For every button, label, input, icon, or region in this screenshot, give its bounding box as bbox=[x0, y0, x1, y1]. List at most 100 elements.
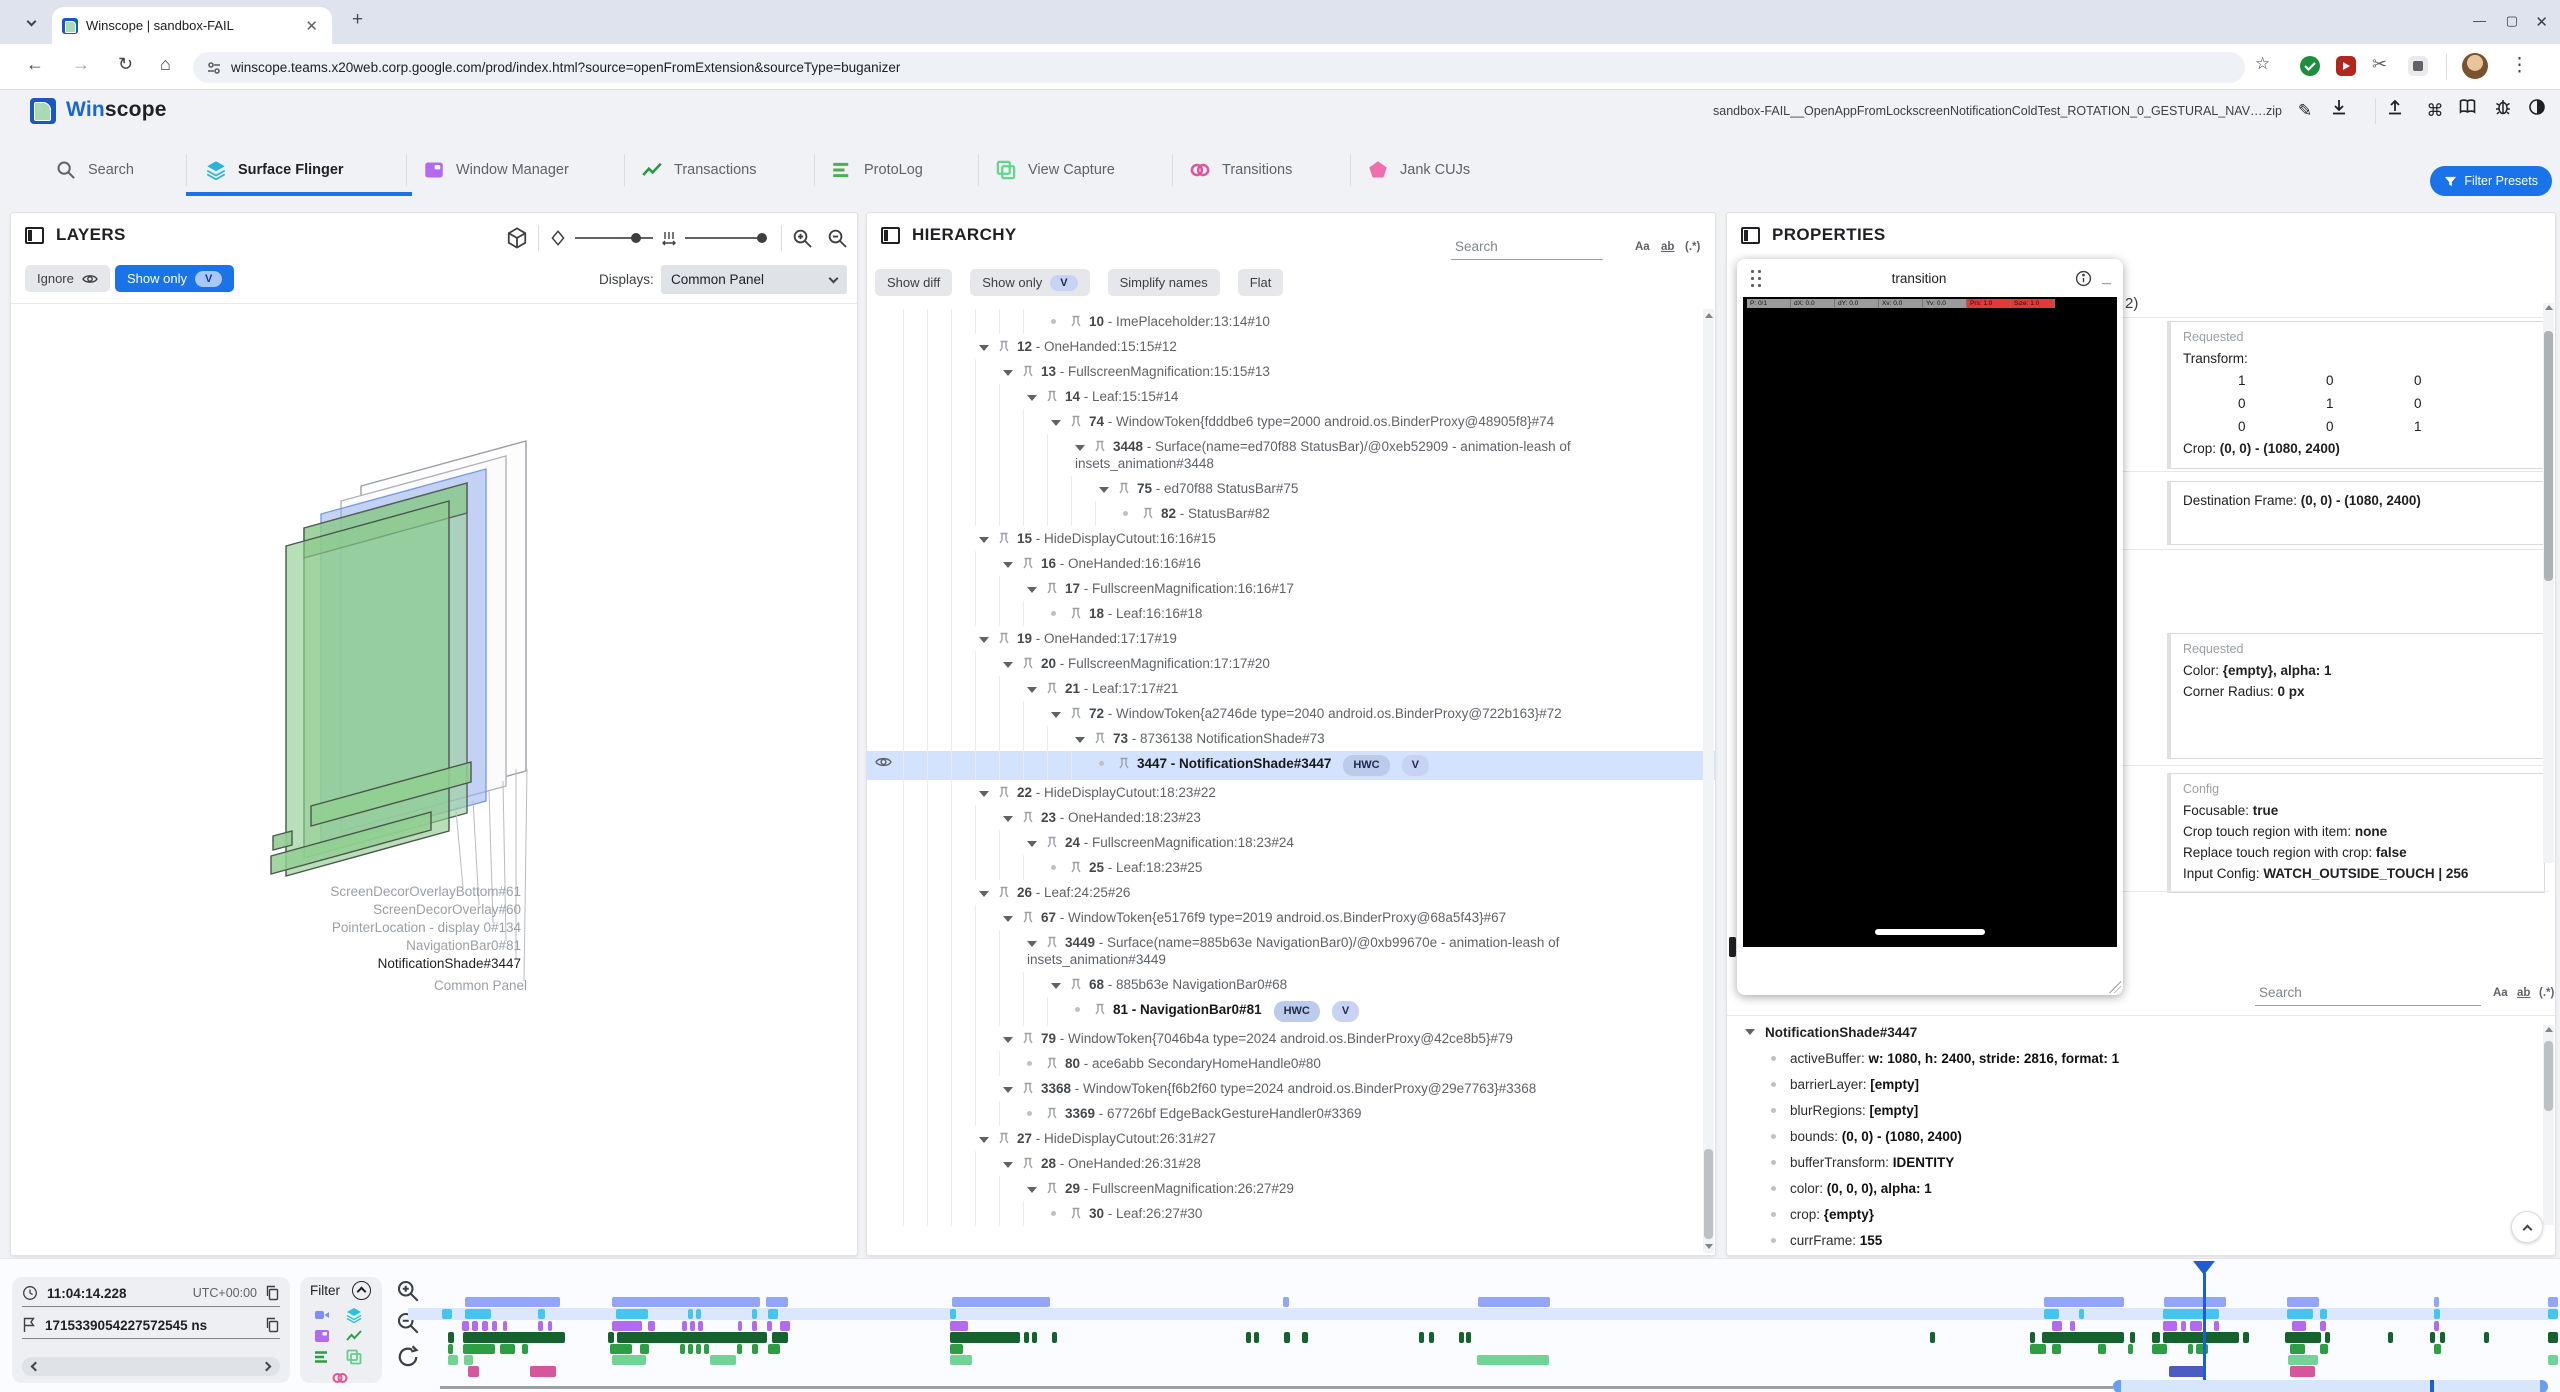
window-manager-entry[interactable] bbox=[612, 1321, 642, 1331]
protolog-entry[interactable] bbox=[737, 1344, 742, 1354]
protolog-entry[interactable] bbox=[2052, 1344, 2061, 1354]
proto-property[interactable]: color: (0, 0, 0), alpha: 1 bbox=[1741, 1175, 2551, 1201]
match-case-icon[interactable]: Aa bbox=[1635, 241, 1650, 253]
pin-icon[interactable] bbox=[1046, 836, 1058, 849]
protolog-entry[interactable] bbox=[2152, 1344, 2167, 1354]
url-bar[interactable]: winscope.teams.x20web.corp.google.com/pr… bbox=[193, 52, 2245, 83]
proto-property[interactable]: blurRegions: [empty] bbox=[1741, 1097, 2551, 1123]
expand-arrow-icon[interactable] bbox=[1075, 445, 1085, 451]
window-minimize-icon[interactable]: — bbox=[2473, 13, 2486, 28]
transactions-entry[interactable] bbox=[1052, 1332, 1057, 1343]
view-capture-entry[interactable] bbox=[464, 1355, 473, 1365]
browser-tab[interactable]: Winscope | sandbox-FAIL ✕ bbox=[52, 7, 332, 44]
hierarchy-node[interactable]: 29 - FullscreenMagnification:26:27#29 bbox=[867, 1176, 1715, 1201]
surface-flinger-entry[interactable] bbox=[465, 1309, 491, 1319]
transactions-entry[interactable] bbox=[1419, 1332, 1424, 1343]
protolog-entry[interactable] bbox=[680, 1344, 685, 1354]
scissors-extension-icon[interactable]: ✂ bbox=[2372, 54, 2387, 75]
protolog-entry[interactable] bbox=[2196, 1344, 2208, 1354]
collapse-panel-icon[interactable] bbox=[1741, 227, 1760, 244]
transactions-entry[interactable] bbox=[463, 1332, 565, 1343]
hierarchy-node[interactable]: 28 - OneHanded:26:31#28 bbox=[867, 1151, 1715, 1176]
window-manager-entry[interactable] bbox=[690, 1321, 695, 1331]
pin-icon[interactable] bbox=[1046, 936, 1058, 949]
transactions-entry[interactable] bbox=[2388, 1332, 2393, 1343]
window-manager-entry[interactable] bbox=[462, 1321, 469, 1331]
surface-flinger-entry[interactable] bbox=[538, 1309, 545, 1319]
upload-icon[interactable] bbox=[2386, 98, 2412, 124]
hierarchy-node[interactable]: 20 - FullscreenMagnification:17:17#20 bbox=[867, 651, 1715, 676]
timeline-zoom-range[interactable] bbox=[2113, 1380, 2548, 1392]
pin-icon[interactable] bbox=[1022, 911, 1034, 924]
transactions-entry[interactable] bbox=[2440, 1332, 2445, 1343]
pin-icon[interactable] bbox=[1022, 657, 1034, 670]
layers-3d-view[interactable]: ScreenDecorOverlayBottom#61 ScreenDecorO… bbox=[11, 301, 858, 1021]
pin-icon[interactable] bbox=[998, 786, 1010, 799]
site-info-icon[interactable] bbox=[207, 61, 221, 75]
expand-arrow-icon[interactable] bbox=[1027, 1187, 1037, 1193]
window-manager-entry[interactable] bbox=[492, 1321, 497, 1331]
surface-flinger-entry[interactable] bbox=[2548, 1309, 2558, 1319]
pin-icon[interactable] bbox=[1070, 707, 1082, 720]
pin-icon[interactable] bbox=[1070, 1207, 1082, 1220]
expand-arrow-icon[interactable] bbox=[979, 537, 989, 543]
pin-icon[interactable] bbox=[1142, 507, 1154, 520]
transactions-entry[interactable] bbox=[2163, 1332, 2239, 1343]
pin-icon[interactable] bbox=[1046, 582, 1058, 595]
tab-search[interactable]: Search bbox=[56, 150, 172, 190]
window-maximize-icon[interactable]: ▢ bbox=[2506, 13, 2518, 29]
hierarchy-node[interactable]: 3368 - WindowToken{f6b2f60 type=2024 and… bbox=[867, 1076, 1715, 1101]
hierarchy-node[interactable]: 18 - Leaf:16:16#18 bbox=[867, 601, 1715, 626]
expand-arrow-icon[interactable] bbox=[1027, 395, 1037, 401]
window-manager-entry[interactable] bbox=[2070, 1321, 2075, 1331]
pin-icon[interactable] bbox=[1046, 390, 1058, 403]
screen-recording-entry[interactable] bbox=[2044, 1297, 2124, 1307]
hierarchy-node[interactable]: 17 - FullscreenMagnification:16:16#17 bbox=[867, 576, 1715, 601]
screen-recording-entry[interactable] bbox=[465, 1297, 560, 1307]
window-close-icon[interactable]: ✕ bbox=[2535, 13, 2548, 31]
zoom-out-icon[interactable] bbox=[827, 228, 848, 249]
transactions-entry[interactable] bbox=[2152, 1332, 2160, 1343]
hierarchy-node[interactable]: 25 - Leaf:18:23#25 bbox=[867, 855, 1715, 880]
profile-avatar[interactable] bbox=[2462, 53, 2488, 79]
window-manager-entry[interactable] bbox=[2052, 1321, 2062, 1331]
protolog-entry[interactable] bbox=[688, 1344, 693, 1354]
forward-icon[interactable]: → bbox=[72, 54, 90, 75]
surface-flinger-entry[interactable] bbox=[752, 1309, 757, 1319]
transactions-entry[interactable] bbox=[2030, 1332, 2035, 1343]
hierarchy-node[interactable]: 3447 - NotificationShade#3447HWCV bbox=[867, 751, 1715, 780]
protolog-entry[interactable] bbox=[2290, 1344, 2305, 1354]
properties-search-input[interactable]: Search bbox=[2259, 985, 2302, 1000]
timeline-cursor[interactable] bbox=[2203, 1273, 2206, 1381]
protolog-entry[interactable] bbox=[522, 1344, 528, 1354]
transitions-entry[interactable] bbox=[530, 1366, 556, 1377]
proto-scrollbar[interactable] bbox=[2543, 1025, 2554, 1225]
pin-icon[interactable] bbox=[1022, 1082, 1034, 1095]
transactions-entry[interactable] bbox=[448, 1332, 454, 1343]
hierarchy-show-only-button[interactable]: Show onlyV bbox=[970, 269, 1089, 296]
transactions-entry[interactable] bbox=[1254, 1332, 1259, 1343]
hierarchy-node[interactable]: 72 - WindowToken{a2746de type=2040 andro… bbox=[867, 701, 1715, 726]
scroll-to-top-button[interactable] bbox=[2511, 1211, 2543, 1243]
screen-recording-entry[interactable] bbox=[612, 1297, 760, 1307]
pin-icon[interactable] bbox=[1070, 978, 1082, 991]
protolog-entry[interactable] bbox=[2320, 1344, 2328, 1354]
pin-icon[interactable] bbox=[1118, 482, 1130, 495]
expand-arrow-icon[interactable] bbox=[1003, 916, 1013, 922]
view-capture-entry[interactable] bbox=[1477, 1355, 1549, 1365]
protolog-entry[interactable] bbox=[2098, 1344, 2106, 1354]
protolog-entry[interactable] bbox=[2128, 1344, 2133, 1354]
surface-flinger-entry[interactable] bbox=[2044, 1309, 2059, 1319]
view-capture-entry[interactable] bbox=[448, 1355, 458, 1365]
spacing-slider[interactable] bbox=[685, 237, 763, 239]
expand-arrow-icon[interactable] bbox=[1003, 662, 1013, 668]
bug-report-icon[interactable] bbox=[2494, 98, 2520, 124]
transactions-entry[interactable] bbox=[2285, 1332, 2321, 1343]
screen-recording-entry[interactable] bbox=[766, 1297, 788, 1307]
window-manager-entry[interactable] bbox=[2214, 1321, 2219, 1331]
surface-flinger-entry[interactable] bbox=[2320, 1309, 2327, 1319]
transactions-entry[interactable] bbox=[2042, 1332, 2124, 1343]
pin-icon[interactable] bbox=[1022, 1032, 1034, 1045]
pin-icon[interactable] bbox=[1046, 1182, 1058, 1195]
hierarchy-node[interactable]: 79 - WindowToken{7046b4a type=2024 andro… bbox=[867, 1026, 1715, 1051]
